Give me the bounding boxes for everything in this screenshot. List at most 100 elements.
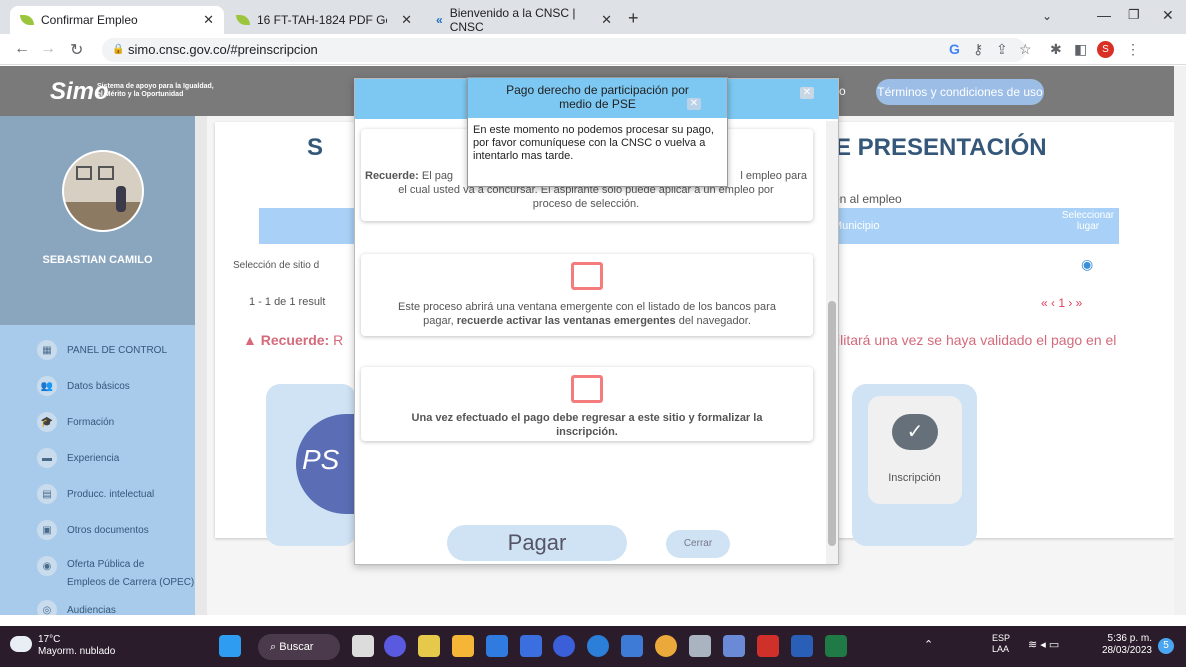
sidebar-item-otros[interactable]: ▣ Otros documentos bbox=[37, 520, 149, 540]
sidebar-item-opec[interactable]: ◉ Oferta Pública de Empleos de Carrera (OP… bbox=[37, 556, 194, 592]
logo-subtitle: Sistema de apoyo para la Igualdad, el Mé… bbox=[97, 83, 214, 98]
word-icon[interactable] bbox=[791, 635, 813, 657]
pagination[interactable]: « ‹ 1 › » bbox=[1041, 296, 1082, 310]
restore-button[interactable]: ❐ bbox=[1128, 7, 1140, 23]
sidebar: SEBASTIAN CAMILO ▦ PANEL DE CONTROL 👥 Dato… bbox=[0, 116, 207, 615]
acrobat-icon[interactable] bbox=[757, 635, 779, 657]
popup-message: En este momento no podemos procesar su p… bbox=[473, 124, 714, 162]
popup-header: Pago derecho de participación por medio … bbox=[468, 78, 727, 118]
sidebar-item-formacion[interactable]: 🎓 Formación bbox=[37, 412, 114, 432]
app-icon[interactable] bbox=[621, 635, 643, 657]
task-view-icon[interactable] bbox=[352, 635, 374, 657]
tab-confirmar-empleo[interactable]: Confirmar Empleo ✕ bbox=[10, 6, 224, 34]
extensions-icon[interactable]: ✱ bbox=[1050, 41, 1062, 58]
close-tab-icon[interactable]: ✕ bbox=[203, 12, 214, 28]
key-icon[interactable]: ⚷ bbox=[973, 41, 983, 58]
recuerde-warning: ▲ Recuerde: R bbox=[243, 332, 344, 348]
pagar-button[interactable]: Pagar bbox=[447, 525, 627, 561]
browser-tab-bar: Confirmar Empleo ✕ 16 FT-TAH-1824 PDF Ge… bbox=[0, 0, 1186, 34]
close-tab-icon[interactable]: ✕ bbox=[401, 12, 412, 28]
search-icon: ⌕ bbox=[270, 641, 277, 653]
sidebar-item-panel[interactable]: ▦ PANEL DE CONTROL bbox=[37, 340, 167, 360]
chat-app-icon[interactable] bbox=[384, 635, 406, 657]
warning-icon: ▲ bbox=[243, 332, 257, 348]
dashboard-icon: ▦ bbox=[37, 340, 57, 360]
file-explorer-icon[interactable] bbox=[452, 635, 474, 657]
forward-icon[interactable]: → bbox=[40, 40, 56, 58]
back-icon[interactable]: ← bbox=[14, 40, 30, 58]
inscripcion-option[interactable]: ✓ Inscripción bbox=[852, 384, 977, 546]
briefcase-icon: ▬ bbox=[37, 448, 57, 468]
view-eye-icon[interactable]: ◉ bbox=[1081, 256, 1093, 273]
card-regresar: Una vez efectuado el pago debe regresar … bbox=[361, 367, 813, 441]
bookmark-star-icon[interactable]: ☆ bbox=[1019, 41, 1032, 58]
user-name: SEBASTIAN CAMILO bbox=[42, 254, 153, 266]
mail-icon[interactable] bbox=[486, 635, 508, 657]
modal-close-icon[interactable]: ✕ bbox=[800, 87, 814, 99]
start-button[interactable] bbox=[219, 635, 241, 657]
popup-close-icon[interactable]: ✕ bbox=[687, 98, 701, 110]
user-panel: SEBASTIAN CAMILO bbox=[0, 116, 195, 325]
sidebar-item-audiencias[interactable]: ◎ Audiencias bbox=[37, 600, 116, 615]
wifi-volume-battery-icons[interactable]: ≋ ◂ ▭ bbox=[1028, 638, 1059, 651]
tray-chevron-icon[interactable]: ⌃ bbox=[924, 638, 933, 651]
app-icon[interactable] bbox=[587, 635, 609, 657]
calculator-icon[interactable] bbox=[689, 635, 711, 657]
reload-icon[interactable]: ↻ bbox=[70, 40, 83, 60]
share-icon[interactable]: ⇪ bbox=[996, 41, 1008, 58]
profile-avatar[interactable]: S bbox=[1097, 41, 1114, 58]
app-icon[interactable] bbox=[723, 635, 745, 657]
minimize-button[interactable]: — bbox=[1097, 7, 1111, 23]
page-title-left: S bbox=[307, 134, 324, 161]
book-icon: ▤ bbox=[37, 484, 57, 504]
lock-icon: 🔒 bbox=[112, 44, 125, 55]
tab-search-icon[interactable]: ⌄ bbox=[1042, 9, 1052, 23]
language-indicator[interactable]: ESP LAA bbox=[992, 633, 1010, 655]
notification-badge[interactable]: 5 bbox=[1158, 638, 1174, 654]
cnsc-favicon-icon: « bbox=[436, 13, 443, 27]
site-favicon-icon bbox=[20, 15, 34, 25]
new-tab-button[interactable]: + bbox=[628, 8, 639, 29]
app-icon[interactable] bbox=[553, 635, 575, 657]
pse-logo-icon: PS bbox=[296, 414, 356, 514]
store-icon[interactable] bbox=[418, 635, 440, 657]
app-icon[interactable] bbox=[520, 635, 542, 657]
tab-cnsc[interactable]: « Bienvenido a la CNSC | CNSC ✕ bbox=[426, 6, 622, 34]
weather-widget[interactable]: 17°C Mayorm. nublado bbox=[38, 634, 115, 658]
people-icon: 👥 bbox=[37, 376, 57, 396]
tab-pdf-generador[interactable]: 16 FT-TAH-1824 PDF Generador ✕ bbox=[226, 6, 422, 34]
sidepanel-icon[interactable]: ◧ bbox=[1074, 41, 1087, 58]
url-field[interactable]: 🔒 simo.cnsc.gov.co/#preinscripcion bbox=[102, 38, 1026, 62]
sidebar-item-datos[interactable]: 👥 Datos básicos bbox=[37, 376, 130, 396]
document-icon: ▣ bbox=[37, 520, 57, 540]
google-icon[interactable]: G bbox=[949, 41, 960, 57]
modal-scrollbar[interactable] bbox=[826, 121, 838, 564]
sidebar-item-produccion[interactable]: ▤ Producc. intelectual bbox=[37, 484, 154, 504]
chat-bubble-icon bbox=[571, 375, 603, 403]
page-title-right: E PRESENTACIÓN bbox=[835, 134, 1047, 161]
cerrar-button[interactable]: Cerrar bbox=[666, 530, 730, 558]
cloud-check-icon: ✓ bbox=[892, 414, 938, 450]
weather-icon[interactable] bbox=[10, 636, 32, 652]
audience-icon: ◎ bbox=[37, 600, 57, 615]
address-bar-row: ← → ↻ 🔒 simo.cnsc.gov.co/#preinscripcion… bbox=[0, 34, 1186, 65]
globe-icon: ◉ bbox=[37, 556, 57, 576]
menu-kebab-icon[interactable]: ⋮ bbox=[1126, 41, 1140, 58]
close-window-button[interactable]: ✕ bbox=[1162, 7, 1174, 24]
close-tab-icon[interactable]: ✕ bbox=[601, 12, 612, 28]
graduate-icon: 🎓 bbox=[37, 412, 57, 432]
pse-option[interactable]: PS bbox=[266, 384, 356, 546]
windows-taskbar: 17°C Mayorm. nublado ⌕ Buscar ⌃ ESP LAA … bbox=[0, 626, 1186, 667]
clock[interactable]: 5:36 p. m. 28/03/2023 bbox=[1094, 633, 1152, 657]
card-popups: Este proceso abrirá una ventana emergent… bbox=[361, 254, 813, 336]
chat-bubble-icon bbox=[571, 262, 603, 290]
search-box[interactable]: ⌕ Buscar bbox=[258, 634, 340, 660]
page-scrollbar[interactable] bbox=[1174, 66, 1186, 615]
error-popup: Pago derecho de participación por medio … bbox=[467, 77, 728, 187]
avatar bbox=[62, 150, 144, 232]
chrome-icon[interactable] bbox=[655, 635, 677, 657]
excel-icon[interactable] bbox=[825, 635, 847, 657]
sidebar-item-experiencia[interactable]: ▬ Experiencia bbox=[37, 448, 119, 468]
terms-button[interactable]: Términos y condiciones de uso bbox=[876, 79, 1044, 105]
sidebar-scrollbar[interactable] bbox=[195, 116, 207, 615]
